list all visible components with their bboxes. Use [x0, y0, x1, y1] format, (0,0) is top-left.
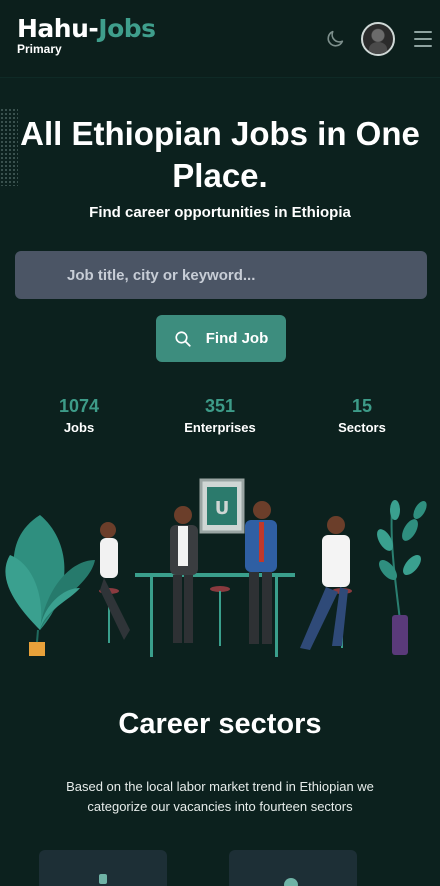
sectors-title: Career sectors — [118, 708, 322, 740]
plant-left — [5, 515, 95, 656]
find-job-button[interactable]: Find Job — [156, 315, 286, 362]
svg-text:U: U — [215, 498, 230, 519]
search-input[interactable] — [15, 251, 427, 299]
logo-subtitle: Primary — [17, 42, 62, 56]
sector-card[interactable] — [39, 850, 167, 886]
stat-label: Sectors — [338, 420, 386, 435]
header: Hahu-Jobs Primary — [0, 0, 440, 78]
logo-part-1: Hahu- — [17, 14, 99, 43]
hamburger-menu-icon[interactable] — [414, 31, 432, 47]
search-icon — [175, 330, 191, 347]
plant-right — [377, 500, 427, 655]
sector-icon — [284, 878, 298, 886]
avatar[interactable] — [361, 22, 395, 56]
find-job-label: Find Job — [205, 330, 269, 347]
logo[interactable]: Hahu-Jobs Primary — [17, 14, 156, 56]
stat-value: 351 — [204, 396, 236, 416]
hero-illustration: U — [5, 478, 427, 657]
moon-icon[interactable] — [324, 28, 346, 50]
stat-enterprises: 351 Enterprises — [165, 395, 275, 435]
stat-value: 15 — [351, 396, 373, 416]
sector-icon — [99, 874, 107, 884]
stat-label: Jobs — [63, 420, 95, 435]
sectors-description: Based on the local labor market trend in… — [66, 779, 374, 814]
stat-sectors: 15 Sectors — [307, 395, 417, 435]
hero-subtitle: Find career opportunities in Ethiopia — [89, 204, 351, 221]
logo-part-2: Jobs — [98, 14, 156, 43]
sector-card[interactable] — [229, 850, 357, 886]
stat-value: 1074 — [58, 396, 100, 416]
logo-wordmark: Hahu-Jobs — [17, 14, 156, 44]
stat-jobs: 1074 Jobs — [24, 395, 134, 435]
hero-title: All Ethiopian Jobs in One Place. — [20, 115, 420, 194]
stat-label: Enterprises — [184, 420, 256, 435]
